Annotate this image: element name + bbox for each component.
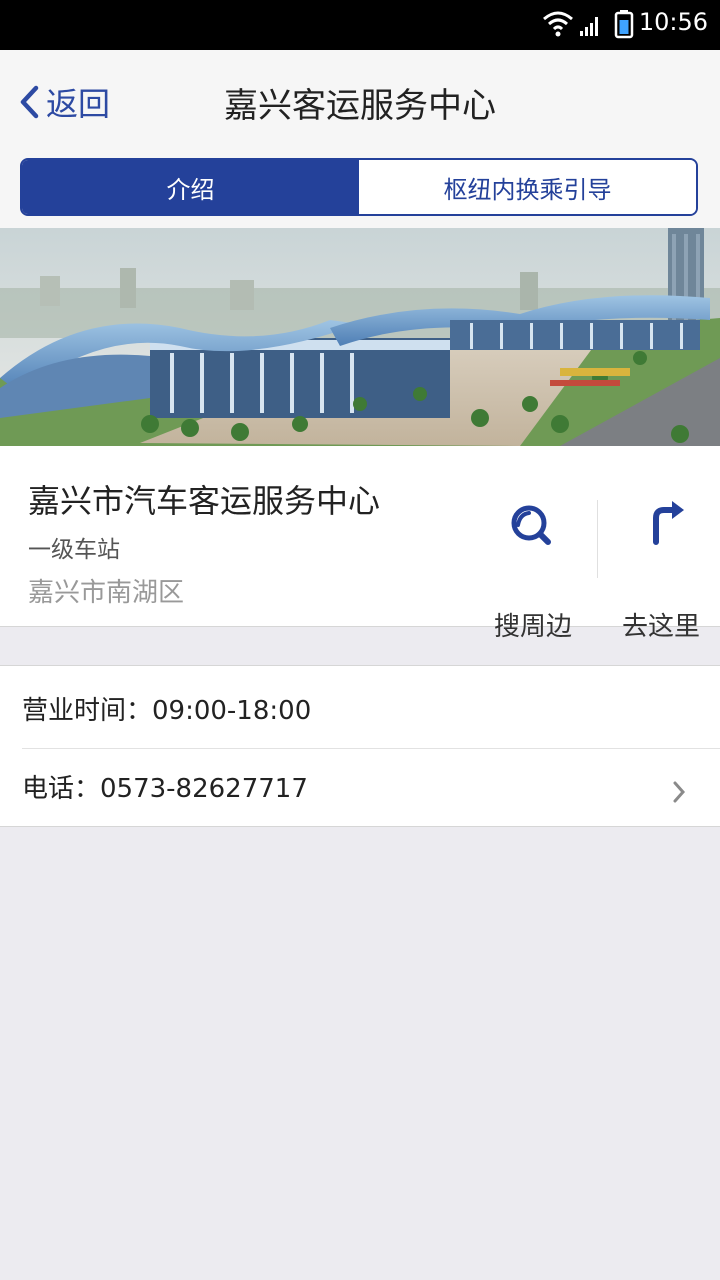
details-list: 营业时间：09:00-18:00 电话：0573-82627717: [0, 665, 720, 827]
search-around-label: 搜周边: [493, 612, 572, 642]
status-bar: 10:56: [0, 0, 720, 50]
business-hours: 营业时间：09:00-18:00: [22, 696, 312, 726]
nav-bar: 返回 嘉兴客运服务中心: [0, 50, 720, 150]
status-icons: [543, 10, 634, 39]
station-level: 一级车站: [28, 537, 120, 563]
station-name: 嘉兴市汽车客运服务中心: [28, 482, 381, 520]
action-divider: [597, 500, 598, 578]
go-here-button[interactable]: 去这里: [606, 496, 716, 642]
go-here-label: 去这里: [621, 612, 700, 642]
tab-transfer-guide[interactable]: 枢纽内换乘引导: [359, 160, 696, 214]
segmented-control: 介绍 枢纽内换乘引导: [20, 158, 698, 216]
signal-icon: [580, 17, 598, 36]
search-around-button[interactable]: 搜周边: [478, 496, 588, 642]
station-info-card: 嘉兴市汽车客运服务中心 一级车站 嘉兴市南湖区 搜周边 去这里: [0, 446, 720, 642]
tab-intro[interactable]: 介绍: [22, 160, 359, 214]
station-district: 嘉兴市南湖区: [28, 578, 185, 608]
station-illustration: [0, 228, 720, 446]
station-photo: [0, 228, 720, 446]
page-title: 嘉兴客运服务中心: [224, 86, 496, 126]
row-divider: [22, 748, 720, 749]
turn-right-arrow-icon: [653, 501, 684, 545]
wifi-icon: [543, 11, 573, 37]
phone-row[interactable]: 电话：0573-82627717: [22, 768, 308, 805]
chevron-right-icon: [673, 781, 686, 803]
segmented-frame: 介绍 枢纽内换乘引导: [20, 158, 698, 216]
battery-icon: [614, 10, 634, 39]
clock: 10:56: [638, 8, 708, 36]
search-nearby-icon: [511, 505, 551, 545]
